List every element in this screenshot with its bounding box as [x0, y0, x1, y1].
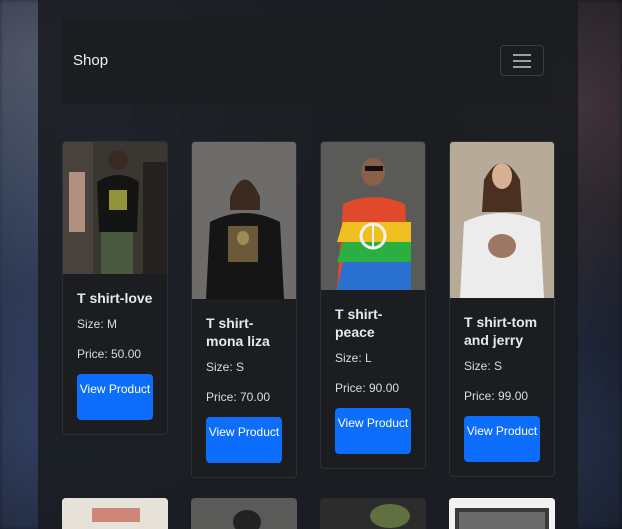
product-image [63, 142, 167, 274]
product-title: T shirt-tom and jerry [464, 314, 538, 348]
product-card: T shirt-tom and jerry Size: S Price: 99.… [449, 141, 555, 477]
product-card-partial [320, 498, 426, 529]
product-title: T shirt-mona liza [206, 315, 270, 349]
view-product-button[interactable]: View Product [206, 417, 282, 463]
product-card: T shirt-mona liza Size: S Price: 70.00 V… [191, 141, 297, 478]
product-card: T shirt-love Size: M Price: 50.00 View P… [62, 141, 168, 435]
product-price: Price: 99.00 [464, 389, 529, 403]
product-size: Size: S [464, 359, 503, 373]
product-size: Size: M [77, 317, 118, 331]
product-size: Size: L [335, 351, 372, 365]
product-price: Price: 50.00 [77, 347, 142, 361]
hamburger-menu-icon[interactable] [500, 45, 544, 76]
product-price: Price: 70.00 [206, 390, 271, 404]
product-card-partial [449, 498, 555, 529]
product-card-partial [62, 498, 168, 529]
product-image [450, 142, 554, 298]
product-size: Size: S [206, 360, 245, 374]
navbar-brand[interactable]: Shop [73, 52, 108, 69]
view-product-button[interactable]: View Product [464, 416, 540, 462]
view-product-button[interactable]: View Product [77, 374, 153, 420]
product-image [192, 142, 296, 299]
product-image [321, 142, 425, 290]
product-title: T shirt-love [77, 290, 153, 306]
view-product-button[interactable]: View Product [335, 408, 411, 454]
product-card: T shirt-peace Size: L Price: 90.00 View … [320, 141, 426, 469]
product-price: Price: 90.00 [335, 381, 400, 395]
product-card-partial [191, 498, 297, 529]
product-title: T shirt-peace [335, 306, 383, 340]
navbar: Shop [62, 18, 555, 104]
